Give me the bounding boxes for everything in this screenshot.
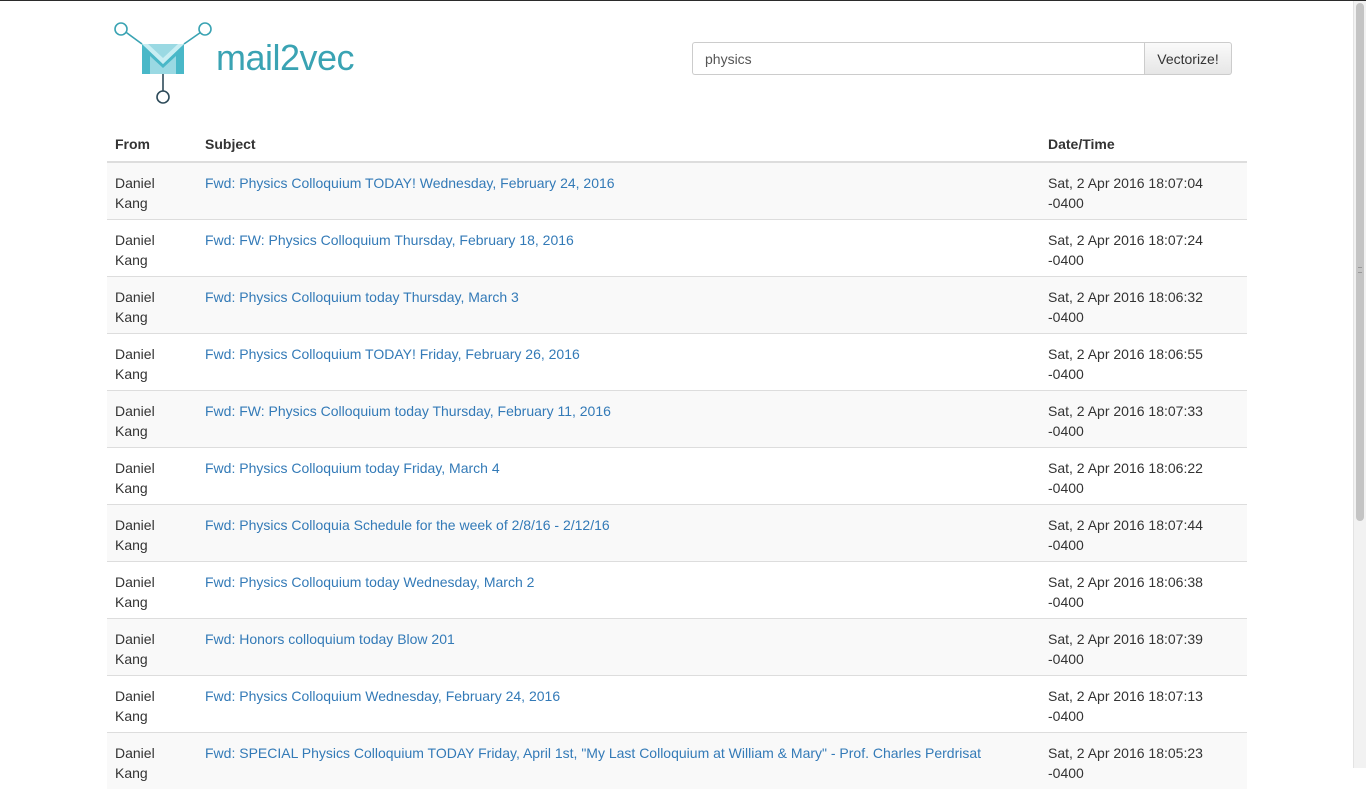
subject-cell: Fwd: Physics Colloquia Schedule for the … xyxy=(197,503,1040,561)
date-cell: Sat, 2 Apr 2016 18:07:24 -0400 xyxy=(1040,218,1247,276)
subject-link[interactable]: Fwd: Physics Colloquium today Friday, Ma… xyxy=(205,460,500,476)
table-row: Daniel Kang Fwd: Physics Colloquium Wedn… xyxy=(107,674,1247,732)
subject-cell: Fwd: Physics Colloquium TODAY! Wednesday… xyxy=(197,161,1040,219)
subject-link[interactable]: Fwd: FW: Physics Colloquium today Thursd… xyxy=(205,403,611,419)
subject-link[interactable]: Fwd: FW: Physics Colloquium Thursday, Fe… xyxy=(205,232,574,248)
search-input[interactable] xyxy=(692,42,1145,75)
from-cell: Daniel Kang xyxy=(107,161,197,219)
subject-cell: Fwd: Physics Colloquium today Friday, Ma… xyxy=(197,446,1040,504)
subject-cell: Fwd: Physics Colloquium today Wednesday,… xyxy=(197,560,1040,618)
date-cell: Sat, 2 Apr 2016 18:05:23 -0400 xyxy=(1040,731,1247,789)
from-cell: Daniel Kang xyxy=(107,389,197,447)
from-cell: Daniel Kang xyxy=(107,332,197,390)
date-cell: Sat, 2 Apr 2016 18:07:13 -0400 xyxy=(1040,674,1247,732)
subject-link[interactable]: Fwd: Honors colloquium today Blow 201 xyxy=(205,631,455,647)
table-row: Daniel Kang Fwd: FW: Physics Colloquium … xyxy=(107,389,1247,447)
table-row: Daniel Kang Fwd: Physics Colloquium toda… xyxy=(107,560,1247,618)
subject-cell: Fwd: Physics Colloquium Wednesday, Febru… xyxy=(197,674,1040,732)
subject-link[interactable]: Fwd: Physics Colloquium Wednesday, Febru… xyxy=(205,688,560,704)
from-cell: Daniel Kang xyxy=(107,731,197,789)
subject-link[interactable]: Fwd: Physics Colloquium TODAY! Wednesday… xyxy=(205,175,615,191)
subject-cell: Fwd: FW: Physics Colloquium Thursday, Fe… xyxy=(197,218,1040,276)
results-table: From Subject Date/Time Daniel Kang Fwd: … xyxy=(107,126,1247,789)
table-row: Daniel Kang Fwd: Physics Colloquium TODA… xyxy=(107,332,1247,390)
from-cell: Daniel Kang xyxy=(107,503,197,561)
scrollbar-thumb[interactable] xyxy=(1356,3,1364,521)
subject-link[interactable]: Fwd: SPECIAL Physics Colloquium TODAY Fr… xyxy=(205,745,981,761)
date-cell: Sat, 2 Apr 2016 18:06:55 -0400 xyxy=(1040,332,1247,390)
subject-link[interactable]: Fwd: Physics Colloquium TODAY! Friday, F… xyxy=(205,346,580,362)
scrollbar-grip-icon xyxy=(1358,267,1362,273)
table-row: Daniel Kang Fwd: Physics Colloquium toda… xyxy=(107,275,1247,333)
date-cell: Sat, 2 Apr 2016 18:06:38 -0400 xyxy=(1040,560,1247,618)
from-cell: Daniel Kang xyxy=(107,617,197,675)
date-cell: Sat, 2 Apr 2016 18:07:04 -0400 xyxy=(1040,161,1247,219)
subject-link[interactable]: Fwd: Physics Colloquium today Wednesday,… xyxy=(205,574,534,590)
table-row: Daniel Kang Fwd: Physics Colloquium TODA… xyxy=(107,161,1247,219)
subject-cell: Fwd: Honors colloquium today Blow 201 xyxy=(197,617,1040,675)
column-header-date: Date/Time xyxy=(1040,126,1247,163)
subject-cell: Fwd: Physics Colloquium TODAY! Friday, F… xyxy=(197,332,1040,390)
table-header-row: From Subject Date/Time xyxy=(107,126,1247,163)
subject-cell: Fwd: FW: Physics Colloquium today Thursd… xyxy=(197,389,1040,447)
search-form: Vectorize! xyxy=(692,42,1232,75)
from-cell: Daniel Kang xyxy=(107,560,197,618)
subject-cell: Fwd: Physics Colloquium today Thursday, … xyxy=(197,275,1040,333)
window-top-border xyxy=(0,0,1366,1)
envelope-network-icon xyxy=(114,22,212,104)
from-cell: Daniel Kang xyxy=(107,674,197,732)
subject-link[interactable]: Fwd: Physics Colloquia Schedule for the … xyxy=(205,517,610,533)
vectorize-button[interactable]: Vectorize! xyxy=(1144,42,1232,75)
page-scrollbar[interactable] xyxy=(1353,1,1366,768)
table-row: Daniel Kang Fwd: Honors colloquium today… xyxy=(107,617,1247,675)
table-row: Daniel Kang Fwd: SPECIAL Physics Colloqu… xyxy=(107,731,1247,789)
date-cell: Sat, 2 Apr 2016 18:07:33 -0400 xyxy=(1040,389,1247,447)
subject-link[interactable]: Fwd: Physics Colloquium today Thursday, … xyxy=(205,289,519,305)
column-header-from: From xyxy=(107,126,197,163)
table-row: Daniel Kang Fwd: Physics Colloquium toda… xyxy=(107,446,1247,504)
from-cell: Daniel Kang xyxy=(107,275,197,333)
date-cell: Sat, 2 Apr 2016 18:07:39 -0400 xyxy=(1040,617,1247,675)
from-cell: Daniel Kang xyxy=(107,446,197,504)
from-cell: Daniel Kang xyxy=(107,218,197,276)
table-row: Daniel Kang Fwd: Physics Colloquia Sched… xyxy=(107,503,1247,561)
mail2vec-logo[interactable]: mail2vec xyxy=(112,18,362,108)
brand-name: mail2vec xyxy=(216,37,355,78)
table-row: Daniel Kang Fwd: FW: Physics Colloquium … xyxy=(107,218,1247,276)
date-cell: Sat, 2 Apr 2016 18:06:32 -0400 xyxy=(1040,275,1247,333)
date-cell: Sat, 2 Apr 2016 18:06:22 -0400 xyxy=(1040,446,1247,504)
results-body: Daniel Kang Fwd: Physics Colloquium TODA… xyxy=(107,161,1247,789)
column-header-subject: Subject xyxy=(197,126,1040,163)
date-cell: Sat, 2 Apr 2016 18:07:44 -0400 xyxy=(1040,503,1247,561)
subject-cell: Fwd: SPECIAL Physics Colloquium TODAY Fr… xyxy=(197,731,1040,789)
